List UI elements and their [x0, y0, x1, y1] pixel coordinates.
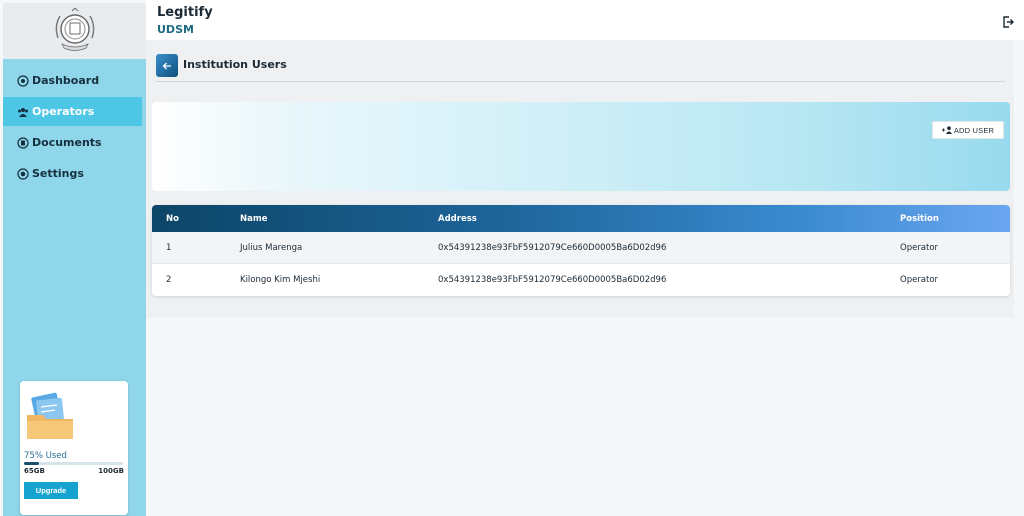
storage-progress-bar: [24, 462, 123, 465]
institution-name: UDSM: [157, 23, 194, 36]
settings-icon: [16, 167, 29, 180]
cell-position: Operator: [900, 275, 939, 285]
column-header-address: Address: [438, 213, 477, 224]
column-header-position: Position: [900, 213, 939, 224]
cell-no: 1: [166, 242, 172, 253]
folder-icon: [27, 392, 73, 439]
main-panel: Institution Users ADD USER No Name Addre…: [146, 40, 1014, 318]
cell-no: 2: [166, 275, 172, 285]
table-header: No Name Address Position: [152, 205, 1010, 232]
back-button[interactable]: [156, 54, 178, 77]
sidebar-item-label: Dashboard: [32, 74, 100, 87]
logout-icon[interactable]: [1003, 13, 1014, 32]
sidebar-item-operators[interactable]: Operators: [3, 97, 142, 126]
column-header-no: No: [166, 213, 179, 224]
institution-seal-logo: [55, 8, 94, 51]
table-row[interactable]: 2 Kilongo Kim Mjeshi 0x54391238e93FbF591…: [152, 264, 1010, 296]
cell-name: Kilongo Kim Mjeshi: [240, 275, 321, 285]
cell-address: 0x54391238e93FbF5912079Ce660D0005Ba6D02d…: [438, 275, 667, 285]
arrow-left-icon: [162, 62, 171, 69]
dashboard-icon: [16, 74, 29, 87]
users-icon: [16, 105, 29, 118]
storage-max-label: 100GB: [98, 467, 124, 475]
sidebar-item-label: Operators: [32, 105, 95, 118]
sidebar-nav: Dashboard Operators Documents Settings: [3, 66, 146, 188]
app-title: Legitify: [157, 5, 213, 20]
top-header: Legitify UDSM: [146, 0, 1024, 40]
users-table: No Name Address Position 1 Julius Mareng…: [152, 205, 1010, 296]
sidebar-item-settings[interactable]: Settings: [3, 159, 146, 188]
sidebar-item-label: Documents: [32, 136, 102, 149]
page-title: Institution Users: [183, 58, 287, 71]
cell-name: Julius Marenga: [240, 242, 303, 253]
column-header-name: Name: [240, 213, 268, 224]
logo-area: [3, 3, 146, 59]
storage-min-label: 65GB: [24, 467, 45, 475]
table-row[interactable]: 1 Julius Marenga 0x54391238e93FbF5912079…: [152, 232, 1010, 264]
storage-used-text: 75% Used: [24, 451, 67, 461]
storage-card: 75% Used 65GB 100GB Upgrade: [20, 381, 128, 515]
cell-position: Operator: [900, 242, 939, 253]
sidebar: Dashboard Operators Documents Settings 7…: [3, 3, 146, 516]
add-user-label: ADD USER: [953, 125, 995, 135]
cell-address: 0x54391238e93FbF5912079Ce660D0005Ba6D02d…: [438, 242, 667, 253]
title-divider: [156, 81, 1005, 82]
documents-icon: [16, 136, 29, 149]
sidebar-item-documents[interactable]: Documents: [3, 128, 146, 157]
actions-banner: ADD USER: [152, 102, 1010, 191]
sidebar-item-label: Settings: [32, 167, 84, 180]
storage-progress-fill: [24, 462, 39, 465]
add-user-button[interactable]: ADD USER: [932, 121, 1004, 139]
upgrade-button[interactable]: Upgrade: [24, 482, 78, 499]
add-user-icon: [941, 126, 952, 134]
sidebar-item-dashboard[interactable]: Dashboard: [3, 66, 146, 95]
